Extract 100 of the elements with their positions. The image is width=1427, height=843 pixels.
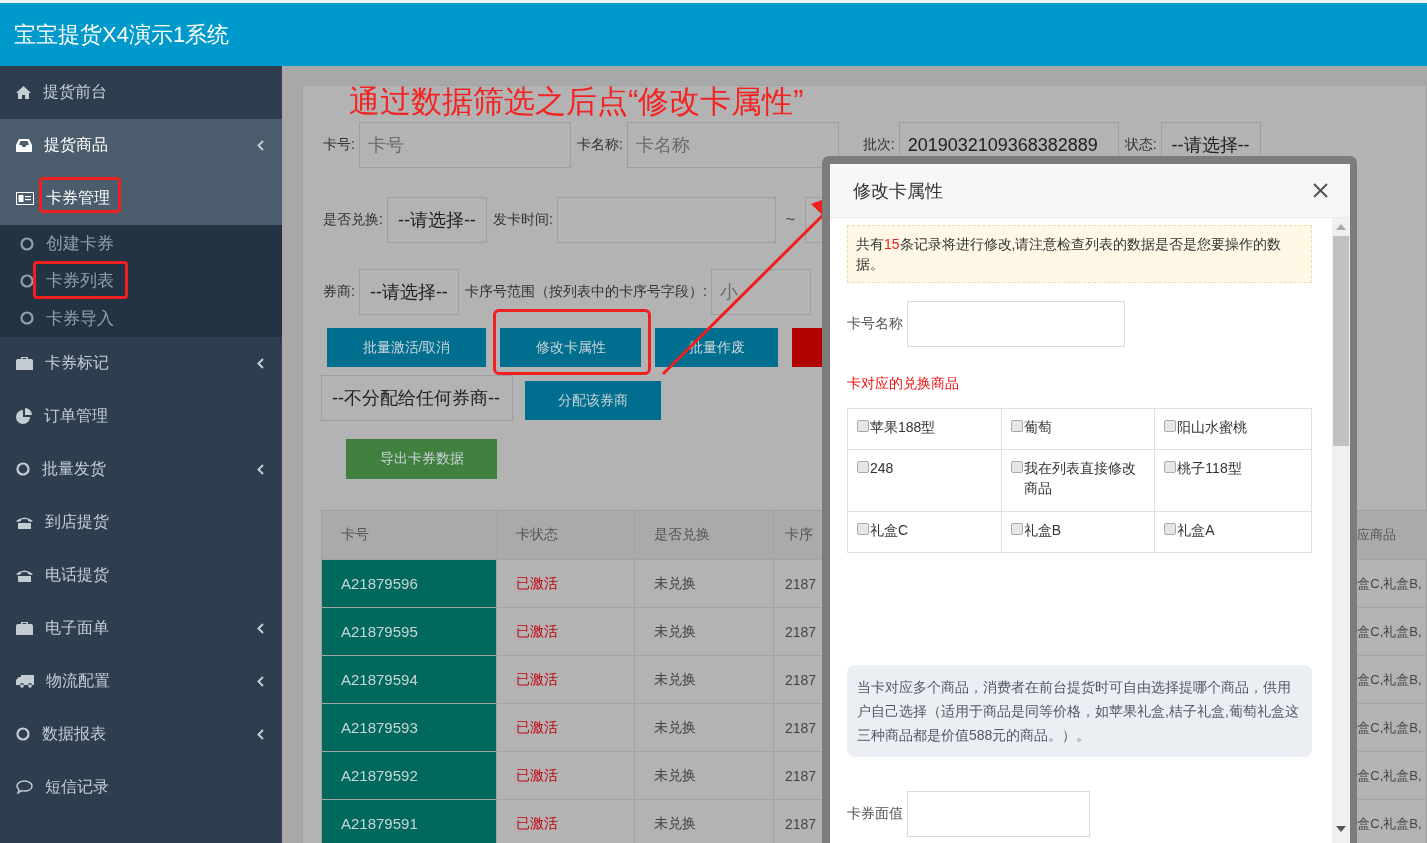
info-note: 当卡对应多个商品，消费者在前台提货时可自由选择提哪个商品，供用户自己选择（适用于商品是同等价格，如苹果礼盒,桔子礼盒,葡萄礼盒这三种商品都是价值588元的商品。）。 bbox=[847, 665, 1312, 757]
field-label: 卡序号范围（按列表中的卡序号字段）: bbox=[464, 283, 707, 301]
product-label: 礼盒C bbox=[870, 521, 909, 540]
sidebar-item[interactable]: 订单管理 bbox=[0, 389, 282, 443]
checkbox[interactable] bbox=[1164, 461, 1177, 473]
dealer-assign-select[interactable]: --不分配给任何券商-- bbox=[321, 375, 513, 421]
scroll-down-icon[interactable] bbox=[1336, 826, 1346, 832]
table-cell: 未兑换 bbox=[635, 704, 774, 751]
table-cell-text: 盒C,礼盒B, bbox=[1356, 670, 1423, 689]
chevron-left-icon bbox=[257, 140, 264, 151]
sidebar-label: 电话提货 bbox=[45, 564, 109, 585]
checkbox[interactable] bbox=[857, 420, 869, 432]
close-icon[interactable] bbox=[1313, 183, 1328, 198]
field-label: 批次: bbox=[862, 136, 895, 154]
chevron-left-icon bbox=[257, 463, 264, 475]
table-cell-text: 盒C,礼盒B, bbox=[1356, 622, 1423, 641]
table-cell: 已激活 bbox=[496, 704, 636, 751]
table-cell: A21879595 bbox=[322, 608, 497, 655]
chevron-left-icon bbox=[257, 675, 264, 687]
sidebar-item[interactable]: 批量发货 bbox=[0, 442, 282, 496]
sidebar-item[interactable]: 到店提货 bbox=[0, 495, 282, 549]
product-label: 礼盒B bbox=[1023, 521, 1061, 540]
submenu-item[interactable]: 卡券导入 bbox=[0, 299, 282, 337]
scroll-up-icon[interactable] bbox=[1336, 224, 1346, 230]
action-button[interactable]: 修改卡属性 bbox=[500, 328, 641, 367]
product-label: 礼盒A bbox=[1177, 521, 1215, 540]
circle-icon bbox=[16, 462, 30, 477]
sidebar-label: 卡券管理 bbox=[46, 188, 110, 208]
field-label: 卡号: bbox=[323, 136, 355, 154]
sidebar-item[interactable]: 物流配置 bbox=[0, 654, 282, 708]
scrollbar[interactable] bbox=[1332, 218, 1350, 843]
submenu-item[interactable]: 卡券列表 bbox=[0, 262, 282, 300]
product-label: 桃子118型 bbox=[1177, 459, 1242, 478]
checkbox[interactable] bbox=[1010, 420, 1023, 432]
table-cell: 已激活 bbox=[496, 800, 636, 843]
checkbox[interactable] bbox=[1010, 523, 1023, 535]
table-cell: 未兑换 bbox=[635, 608, 774, 655]
sidebar-label: 到店提货 bbox=[45, 511, 109, 532]
field-label: 卡券面值 bbox=[847, 805, 903, 823]
exchange-select[interactable]: --请选择-- bbox=[386, 197, 487, 243]
table-cell-text: 盒C,礼盒B, bbox=[1356, 814, 1423, 833]
sidebar-item[interactable]: 卡券标记 bbox=[0, 336, 282, 390]
app-title: 宝宝提货X4演示1系统 bbox=[14, 20, 230, 49]
action-button[interactable]: 批量激活/取消 bbox=[327, 328, 486, 367]
table-cell: 已激活 bbox=[496, 560, 636, 607]
product-label: 苹果188型 bbox=[870, 418, 936, 437]
chevron-left-icon bbox=[257, 357, 264, 369]
circle-icon bbox=[16, 727, 30, 742]
card-name-input[interactable] bbox=[907, 301, 1125, 347]
sidebar-item[interactable]: 短信记录 bbox=[0, 760, 282, 814]
checkbox[interactable] bbox=[1010, 461, 1023, 473]
table-cell: 已激活 bbox=[496, 608, 636, 655]
checkbox[interactable] bbox=[1164, 523, 1177, 535]
field-label: 券商: bbox=[323, 283, 355, 301]
table-cell-text: 盒C,礼盒B, bbox=[1356, 718, 1423, 737]
sidebar-item[interactable]: 提货商品 bbox=[0, 119, 282, 172]
table-cell-text: 盒C,礼盒B, bbox=[1356, 574, 1423, 593]
product-label: 248 bbox=[870, 459, 894, 478]
sidebar-item[interactable]: 电话提货 bbox=[0, 548, 282, 602]
checkbox[interactable] bbox=[857, 523, 869, 535]
card-name-field[interactable]: 卡名称 bbox=[626, 122, 839, 168]
sidebar-label: 卡券标记 bbox=[45, 352, 109, 373]
dialog-title: 修改卡属性 bbox=[853, 179, 943, 203]
section-label: 卡对应的兑换商品 bbox=[847, 375, 960, 393]
card-number-field[interactable]: 卡号 bbox=[358, 122, 571, 168]
checkbox[interactable] bbox=[1164, 420, 1177, 432]
table-cell: A21879591 bbox=[322, 800, 497, 843]
sidebar-label: 物流配置 bbox=[46, 670, 110, 691]
checkbox[interactable] bbox=[857, 461, 869, 473]
sidebar-label: 批量发货 bbox=[42, 458, 106, 479]
sidebar-label: 订单管理 bbox=[44, 405, 108, 426]
briefcase-icon bbox=[16, 356, 33, 371]
submenu-item[interactable]: 创建卡券 bbox=[0, 225, 282, 263]
annotation-text: 通过数据筛选之后点“修改卡属性” bbox=[349, 86, 804, 118]
circle-icon bbox=[20, 236, 34, 251]
column-header: 是否兑换 bbox=[635, 511, 774, 559]
field-label: 卡号名称 bbox=[847, 315, 903, 333]
field-label: 状态: bbox=[1124, 136, 1157, 154]
sidebar-item[interactable]: 电子面单 bbox=[0, 601, 282, 655]
product-label: 葡萄 bbox=[1023, 418, 1052, 437]
column-header: 卡状态 bbox=[496, 511, 636, 559]
product-label: 我在列表直接修改商品 bbox=[1023, 459, 1137, 498]
field-label: 卡名称: bbox=[576, 136, 623, 154]
table-cell: 未兑换 bbox=[635, 752, 774, 799]
table-cell: A21879596 bbox=[322, 560, 497, 607]
face-value-input[interactable] bbox=[907, 791, 1090, 837]
telephone-icon bbox=[16, 568, 33, 582]
dealer-select[interactable]: --请选择-- bbox=[358, 269, 459, 315]
sidebar-item[interactable]: 提货前台 bbox=[0, 66, 282, 119]
sidebar-label: 提货商品 bbox=[44, 135, 108, 155]
assign-button[interactable]: 分配该券商 bbox=[525, 381, 661, 420]
sidebar-item[interactable]: 卡券管理 bbox=[0, 172, 282, 225]
circle-icon bbox=[20, 273, 34, 288]
id-card-icon bbox=[16, 192, 34, 205]
sidebar-item[interactable]: 数据报表 bbox=[0, 707, 282, 761]
column-header: 应商品 bbox=[1356, 526, 1398, 544]
serial-from-field[interactable]: 小 bbox=[710, 269, 811, 315]
briefcase-icon bbox=[16, 621, 33, 636]
scrollbar-thumb[interactable] bbox=[1333, 236, 1349, 446]
submenu-label: 卡券导入 bbox=[46, 307, 114, 330]
